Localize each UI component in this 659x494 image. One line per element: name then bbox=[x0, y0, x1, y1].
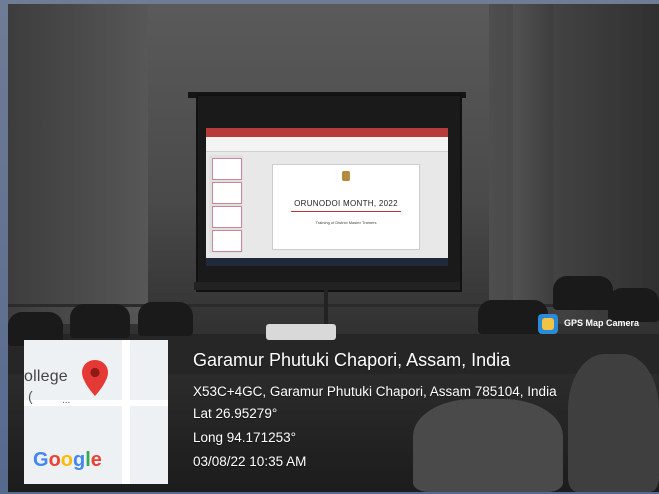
map-paren: ( bbox=[28, 388, 33, 404]
pillar bbox=[513, 4, 553, 314]
taskbar bbox=[206, 258, 448, 266]
slide-thumbnail bbox=[212, 230, 242, 252]
slide-divider bbox=[291, 211, 401, 212]
projected-image: ORUNODOI MONTH, 2022 Training of Distric… bbox=[206, 128, 448, 266]
map-road bbox=[24, 400, 168, 406]
chair bbox=[553, 276, 613, 310]
slide-thumbnail bbox=[212, 206, 242, 228]
map-dots: ... bbox=[62, 395, 71, 406]
longitude: Long 94.171253° bbox=[193, 430, 296, 445]
person bbox=[568, 354, 659, 492]
google-logo: Google bbox=[33, 449, 102, 471]
slide-thumbnail bbox=[212, 182, 242, 204]
gps-map-camera-icon bbox=[538, 314, 558, 334]
datetime: 03/08/22 10:35 AM bbox=[193, 454, 307, 469]
left-wall bbox=[8, 4, 148, 324]
ribbon bbox=[206, 128, 448, 137]
map-road bbox=[122, 340, 130, 484]
map-pin-icon bbox=[82, 360, 108, 396]
slide-subtitle: Training of District Master Trainers bbox=[315, 220, 377, 225]
chair bbox=[608, 288, 659, 322]
chair bbox=[70, 304, 130, 338]
chair bbox=[138, 302, 193, 336]
screenshot: ORUNODOI MONTH, 2022 Training of Distric… bbox=[0, 0, 659, 494]
slide: ORUNODOI MONTH, 2022 Training of Distric… bbox=[272, 164, 420, 250]
toolbar bbox=[206, 137, 448, 152]
person bbox=[413, 399, 563, 492]
slide-thumbnails bbox=[209, 155, 243, 253]
emblem-icon bbox=[342, 171, 350, 181]
slide-title: ORUNODOI MONTH, 2022 bbox=[294, 199, 398, 208]
address: X53C+4GC, Garamur Phutuki Chapori, Assam… bbox=[193, 384, 557, 399]
slide-thumbnail bbox=[212, 158, 242, 180]
location-title: Garamur Phutuki Chapori, Assam, India bbox=[193, 350, 511, 370]
screen-bottom-bar bbox=[194, 282, 460, 290]
map-place-label: ollege bbox=[24, 368, 68, 385]
latitude: Lat 26.95279° bbox=[193, 406, 278, 421]
map-thumbnail: ollege ( ... Google bbox=[24, 340, 168, 484]
projector bbox=[266, 324, 336, 340]
app-badge-label: GPS Map Camera bbox=[564, 318, 640, 328]
